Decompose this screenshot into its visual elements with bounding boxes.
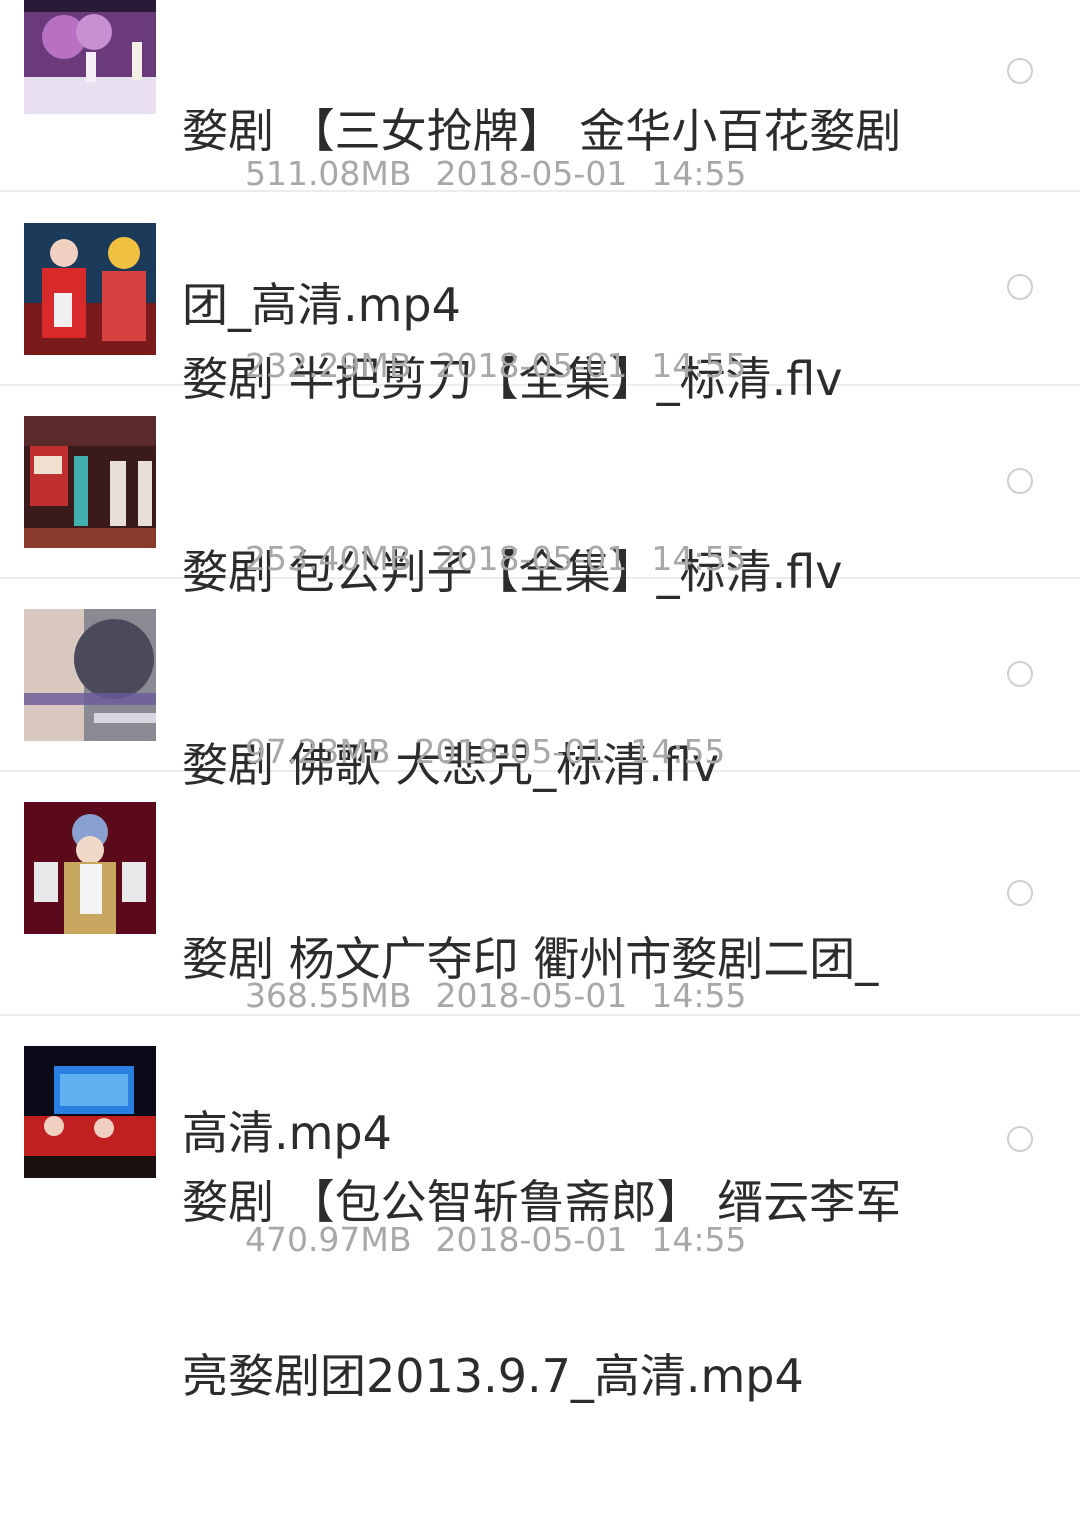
file-size: 232.29MB <box>244 346 412 385</box>
file-time: 14:55 <box>651 539 747 578</box>
file-time: 14:55 <box>630 732 726 771</box>
file-size: 470.97MB <box>244 1220 412 1259</box>
file-date: 2018-05-01 <box>435 154 628 193</box>
select-radio[interactable] <box>1007 274 1033 300</box>
file-title-line: 亮婺剧团2013.9.7_高清.mp4 <box>182 1349 804 1403</box>
select-radio[interactable] <box>1007 661 1033 687</box>
file-date: 2018-05-01 <box>414 732 607 771</box>
video-thumbnail <box>24 1046 156 1178</box>
file-time: 14:55 <box>651 346 747 385</box>
file-size: 97.23MB <box>244 732 391 771</box>
select-radio[interactable] <box>1007 880 1033 906</box>
list-item[interactable]: 婺剧 杨文广夺印 衢州市婺剧二团_ 高清.mp4 368.55MB 2018-05… <box>0 772 1080 1160</box>
file-date: 2018-05-01 <box>435 346 628 385</box>
list-item[interactable]: 婺剧 半把剪刀【全集】_标清.flv 232.29MB 2018-05-01 14:… <box>0 192 1080 406</box>
file-time: 14:55 <box>651 976 747 1015</box>
list-item[interactable]: 婺剧 【包公智斩鲁斋郎】 缙云李军 亮婺剧团2013.9.7_高清.mp4 47… <box>0 1016 1080 1403</box>
list-item[interactable]: 婺剧 【三女抢牌】 金华小百花婺剧 团_高清.mp4 511.08MB 2018-… <box>0 0 1080 332</box>
list-item[interactable]: 婺剧 佛歌 大悲咒_标清.flv 97.23MB 2018-05-01 14:55 <box>0 579 1080 792</box>
video-thumbnail <box>24 0 156 114</box>
file-size: 368.55MB <box>244 976 412 1015</box>
video-thumbnail <box>24 223 156 355</box>
video-thumbnail <box>24 802 156 934</box>
file-size: 253.40MB <box>244 539 412 578</box>
file-size: 511.08MB <box>244 154 412 193</box>
file-date: 2018-05-01 <box>435 1220 628 1259</box>
file-time: 14:55 <box>651 154 747 193</box>
list-item[interactable]: 婺剧 包公判子【全集】_标清.flv 253.40MB 2018-05-01 14:… <box>0 386 1080 599</box>
file-meta: 470.97MB 2018-05-01 14:55 <box>182 1180 770 1300</box>
file-date: 2018-05-01 <box>435 976 628 1015</box>
select-radio[interactable] <box>1007 58 1033 84</box>
file-date: 2018-05-01 <box>435 539 628 578</box>
file-time: 14:55 <box>651 1220 747 1259</box>
video-thumbnail <box>24 416 156 548</box>
select-radio[interactable] <box>1007 1126 1033 1152</box>
video-thumbnail <box>24 609 156 741</box>
select-radio[interactable] <box>1007 468 1033 494</box>
